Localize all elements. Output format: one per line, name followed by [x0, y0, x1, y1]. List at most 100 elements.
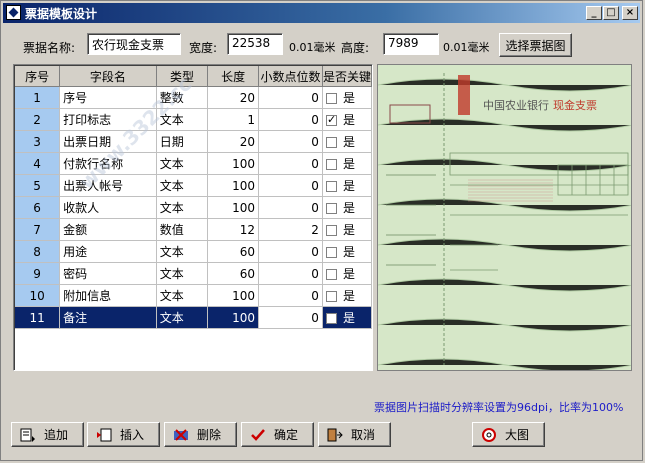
name-input[interactable]: 农行现金支票 [87, 33, 181, 55]
cheque-preview[interactable]: 中国农业银行 现金支票 [377, 64, 632, 371]
insert-button[interactable]: 插入 [87, 422, 160, 447]
row-index-cell[interactable]: 9 [15, 262, 61, 285]
minimize-button[interactable]: _ [586, 6, 602, 20]
field-decimals-cell[interactable]: 0 [258, 152, 323, 175]
row-index-cell[interactable]: 2 [15, 108, 61, 131]
table-row[interactable]: 5 出票人帐号 文本 100 0 是 [15, 174, 372, 197]
key-field-cell[interactable]: 是 [322, 196, 372, 219]
column-header[interactable]: 序号 [15, 66, 61, 87]
field-type-cell[interactable]: 文本 [156, 174, 209, 197]
key-checkbox[interactable] [325, 291, 337, 302]
table-row[interactable]: 9 密码 文本 60 0 是 [15, 262, 372, 285]
field-decimals-cell[interactable]: 0 [258, 306, 323, 329]
field-name-cell[interactable]: 金额 [59, 218, 157, 241]
table-row[interactable]: 2打印标志文本10是 [15, 108, 372, 131]
key-field-cell[interactable]: 是 [322, 174, 372, 197]
table-row[interactable]: 4 付款行名称 文本 100 0 是 [15, 152, 372, 175]
field-type-cell[interactable]: 日期 [156, 130, 209, 153]
key-checkbox[interactable] [325, 181, 337, 192]
key-field-cell[interactable]: 是 [322, 240, 372, 263]
table-row[interactable]: 11 备注 文本 100 0 是 [15, 306, 372, 329]
key-field-cell[interactable]: 是 [322, 152, 372, 175]
key-field-cell[interactable]: 是 [322, 130, 372, 153]
field-name-cell[interactable]: 密码 [59, 262, 157, 285]
close-button[interactable]: × [622, 6, 638, 20]
field-decimals-cell[interactable]: 0 [258, 108, 323, 131]
cancel-button[interactable]: 取消 [318, 422, 391, 447]
field-decimals-cell[interactable]: 0 [258, 196, 323, 219]
height-input[interactable]: 7989 [383, 33, 439, 55]
delete-button[interactable]: 删除 [164, 422, 237, 447]
field-decimals-cell[interactable]: 0 [258, 262, 323, 285]
field-length-cell[interactable]: 100 [207, 284, 259, 307]
row-index-cell[interactable]: 11 [15, 306, 61, 329]
field-decimals-cell[interactable]: 0 [258, 86, 323, 109]
row-index-cell[interactable]: 10 [15, 284, 61, 307]
key-checkbox[interactable] [325, 203, 337, 214]
field-decimals-cell[interactable]: 0 [258, 130, 323, 153]
key-checkbox[interactable] [325, 313, 337, 324]
key-field-cell[interactable]: 是 [322, 86, 372, 109]
field-length-cell[interactable]: 12 [207, 218, 259, 241]
app-icon[interactable] [6, 5, 21, 20]
key-checkbox[interactable] [325, 93, 337, 104]
row-index-cell[interactable]: 1 [15, 86, 61, 109]
row-index-cell[interactable]: 7 [15, 218, 61, 241]
select-image-button[interactable]: 选择票据图 [499, 33, 572, 57]
field-name-cell[interactable]: 序号 [59, 86, 157, 109]
field-length-cell[interactable]: 20 [207, 86, 259, 109]
field-decimals-cell[interactable]: 0 [258, 174, 323, 197]
field-type-cell[interactable]: 文本 [156, 196, 209, 219]
add-button[interactable]: 追加 [11, 422, 84, 447]
table-row[interactable]: 6 收款人 文本 100 0 是 [15, 196, 372, 219]
field-length-cell[interactable]: 20 [207, 130, 259, 153]
column-header[interactable]: 字段名 [59, 66, 157, 87]
field-decimals-cell[interactable]: 0 [258, 284, 323, 307]
field-type-cell[interactable]: 文本 [156, 240, 209, 263]
row-index-cell[interactable]: 5 [15, 174, 61, 197]
table-row[interactable]: 3 出票日期 日期 20 0 是 [15, 130, 372, 153]
field-name-cell[interactable]: 备注 [59, 306, 157, 329]
field-length-cell[interactable]: 1 [207, 108, 259, 131]
key-field-cell[interactable]: 是 [322, 306, 372, 329]
field-type-cell[interactable]: 文本 [156, 152, 209, 175]
field-type-cell[interactable]: 数值 [156, 218, 209, 241]
big-image-button[interactable]: 大图 [472, 422, 545, 447]
field-length-cell[interactable]: 60 [207, 240, 259, 263]
field-type-cell[interactable]: 文本 [156, 262, 209, 285]
field-length-cell[interactable]: 100 [207, 174, 259, 197]
table-row[interactable]: 7 金额 数值 12 2 是 [15, 218, 372, 241]
confirm-button[interactable]: 确定 [241, 422, 314, 447]
field-type-cell[interactable]: 文本 [156, 284, 209, 307]
key-checkbox[interactable] [325, 113, 337, 126]
key-checkbox[interactable] [325, 247, 337, 258]
field-name-cell[interactable]: 附加信息 [59, 284, 157, 307]
field-type-cell[interactable]: 文本 [156, 306, 209, 329]
key-checkbox[interactable] [325, 137, 337, 148]
key-field-cell[interactable]: 是 [322, 108, 372, 131]
key-checkbox[interactable] [325, 159, 337, 170]
row-index-cell[interactable]: 3 [15, 130, 61, 153]
row-index-cell[interactable]: 4 [15, 152, 61, 175]
field-name-cell[interactable]: 收款人 [59, 196, 157, 219]
key-checkbox[interactable] [325, 225, 337, 236]
table-row[interactable]: 8 用途 文本 60 0 是 [15, 240, 372, 263]
column-header[interactable]: 是否关键 [322, 66, 372, 87]
field-length-cell[interactable]: 100 [207, 196, 259, 219]
field-decimals-cell[interactable]: 2 [258, 218, 323, 241]
field-decimals-cell[interactable]: 0 [258, 240, 323, 263]
title-bar[interactable]: 票据模板设计 _ □ × [3, 3, 640, 23]
key-field-cell[interactable]: 是 [322, 218, 372, 241]
field-grid[interactable]: 序号 字段名 类型 长度 小数点位数 是否关键 1 序号 整数 20 0 是 2 打印标志 文本… [13, 64, 373, 371]
field-length-cell[interactable]: 100 [207, 152, 259, 175]
row-index-cell[interactable]: 8 [15, 240, 61, 263]
width-input[interactable]: 22538 [227, 33, 283, 55]
field-length-cell[interactable]: 60 [207, 262, 259, 285]
row-index-cell[interactable]: 6 [15, 196, 61, 219]
key-field-cell[interactable]: 是 [322, 284, 372, 307]
column-header[interactable]: 长度 [207, 66, 259, 87]
key-field-cell[interactable]: 是 [322, 262, 372, 285]
table-row[interactable]: 10 附加信息 文本 100 0 是 [15, 284, 372, 307]
maximize-button[interactable]: □ [603, 6, 619, 20]
field-name-cell[interactable]: 用途 [59, 240, 157, 263]
